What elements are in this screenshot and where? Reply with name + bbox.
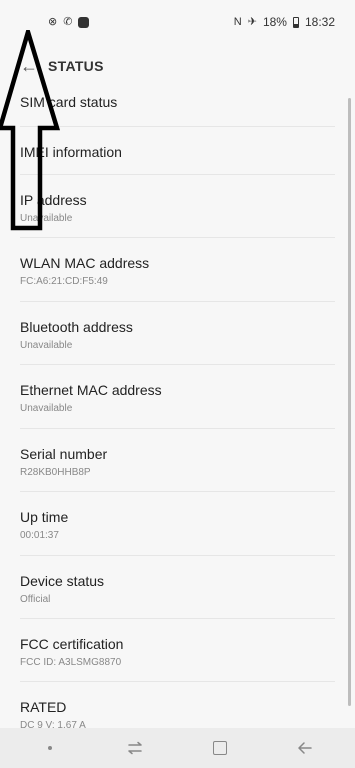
app-bar: ← STATUS xyxy=(0,44,355,88)
clock: 18:32 xyxy=(304,15,335,29)
list-item-imei-information[interactable]: IMEI information xyxy=(0,127,355,175)
list-item-bluetooth-address[interactable]: Bluetooth address Unavailable xyxy=(0,302,355,365)
item-subtitle: DC 9 V; 1.67 A xyxy=(20,720,86,728)
list-item-up-time[interactable]: Up time 00:01:37 xyxy=(0,492,355,556)
list-item-serial-number[interactable]: Serial number R28KB0HHB8P xyxy=(0,429,355,492)
status-bar-right: Ν ✈ 18% 18:32 xyxy=(234,15,335,29)
list-item-ip-address[interactable]: IP address Unavailable xyxy=(0,175,355,238)
back-icon[interactable] xyxy=(285,732,325,764)
status-bar-left: ⊗ ✆ xyxy=(48,15,90,28)
item-title: IP address xyxy=(20,192,87,208)
scrollbar[interactable] xyxy=(348,98,351,706)
item-subtitle: Official xyxy=(20,594,51,605)
item-subtitle: Unavailable xyxy=(20,403,73,414)
item-title: FCC certification xyxy=(20,636,124,652)
list-item-wlan-mac-address[interactable]: WLAN MAC address FC:A6:21:CD:F5:49 xyxy=(0,238,355,302)
airplane-mode-icon: ✈ xyxy=(247,15,257,28)
item-title: WLAN MAC address xyxy=(20,255,150,271)
item-subtitle: Unavailable xyxy=(20,340,73,351)
item-title: IMEI information xyxy=(20,144,122,160)
item-subtitle: FCC ID: A3LSMG8870 xyxy=(20,657,122,668)
back-arrow-icon[interactable]: ← xyxy=(20,56,40,76)
nfc-icon: Ν xyxy=(233,15,242,28)
home-icon[interactable] xyxy=(200,732,240,764)
item-title: SIM card status xyxy=(20,94,118,110)
blocked-icon: ⊗ xyxy=(48,15,58,28)
status-bar: ⊗ ✆ Ν ✈ 18% 18:32 xyxy=(0,0,355,44)
list-item-fcc-certification[interactable]: FCC certification FCC ID: A3LSMG8870 xyxy=(0,619,355,682)
battery-icon xyxy=(292,16,299,28)
list-item-device-status[interactable]: Device status Official xyxy=(0,556,355,619)
navigation-bar xyxy=(0,728,355,768)
item-title: Up time xyxy=(20,509,69,525)
list-item-sim-card-status[interactable]: SIM card status xyxy=(0,84,355,127)
item-title: RATED xyxy=(20,699,67,715)
item-subtitle: Unavailable xyxy=(20,213,73,224)
item-title: Serial number xyxy=(20,446,108,462)
item-title: Device status xyxy=(20,573,105,589)
item-title: Bluetooth address xyxy=(20,319,133,335)
list-item-rated[interactable]: RATED DC 9 V; 1.67 A xyxy=(0,682,355,728)
list-item-ethernet-mac-address[interactable]: Ethernet MAC address Unavailable xyxy=(0,365,355,429)
call-forwarding-icon: ✆ xyxy=(63,15,73,28)
battery-percent: 18% xyxy=(262,15,287,29)
item-title: Ethernet MAC address xyxy=(20,382,162,398)
item-subtitle: FC:A6:21:CD:F5:49 xyxy=(20,276,108,287)
page-title: STATUS xyxy=(48,58,104,74)
item-subtitle: R28KB0HHB8P xyxy=(20,467,91,478)
item-subtitle: 00:01:37 xyxy=(20,530,59,541)
dot-icon[interactable] xyxy=(30,732,70,764)
recents-icon[interactable] xyxy=(115,732,155,764)
status-list: SIM card status IMEI information IP addr… xyxy=(0,84,355,728)
message-icon xyxy=(78,16,90,28)
